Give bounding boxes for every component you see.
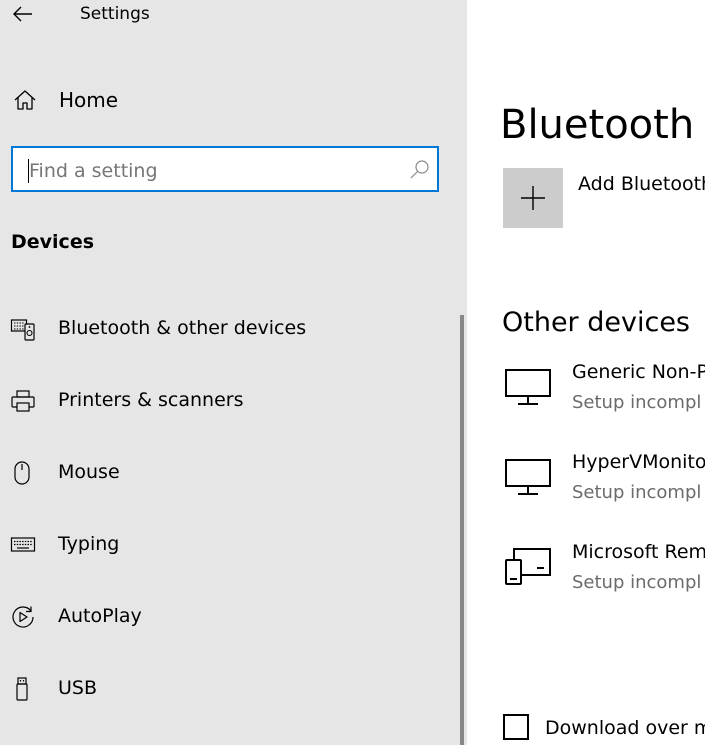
keyboard-icon — [10, 537, 36, 552]
plus-icon — [521, 186, 545, 210]
usb-icon — [16, 677, 28, 701]
sidebar-item-label: USB — [58, 677, 98, 699]
sidebar-item-label: AutoPlay — [58, 605, 142, 627]
search-box[interactable] — [11, 146, 439, 192]
metered-download-label: Download over m — [545, 717, 705, 739]
printer-icon — [11, 390, 35, 412]
search-icon[interactable] — [409, 159, 431, 181]
sidebar-item-bluetooth[interactable]: Bluetooth & other devices — [0, 306, 467, 350]
sidebar: Settings Home Devices Bluetooth & other … — [0, 0, 467, 745]
add-device-button[interactable] — [503, 168, 563, 228]
sidebar-item-label: Bluetooth & other devices — [58, 317, 307, 339]
home-label: Home — [59, 88, 119, 112]
device-status: Setup incompl — [572, 482, 702, 503]
device-name: Microsoft Rem — [572, 541, 705, 563]
monitor-icon — [505, 369, 551, 405]
bluetooth-devices-icon — [10, 319, 35, 341]
section-title: Devices — [11, 231, 95, 253]
autoplay-icon — [12, 606, 34, 628]
sidebar-item-label: Typing — [58, 533, 120, 555]
device-status: Setup incompl — [572, 392, 702, 413]
text-caret — [28, 159, 29, 183]
sidebar-item-label: Mouse — [58, 461, 120, 483]
sidebar-item-label: Printers & scanners — [58, 389, 244, 411]
device-name: HyperVMonito — [572, 451, 705, 473]
home-icon — [14, 90, 36, 110]
back-arrow-icon — [13, 6, 32, 22]
page-title: Bluetooth & — [500, 101, 705, 148]
device-item[interactable]: HyperVMonito Setup incompl — [467, 450, 705, 510]
title-bar: Settings — [0, 0, 467, 30]
app-title: Settings — [80, 4, 150, 24]
sidebar-item-autoplay[interactable]: AutoPlay — [0, 594, 467, 638]
metered-download-checkbox[interactable]: Download over m — [503, 712, 705, 744]
sidebar-item-usb[interactable]: USB — [0, 666, 467, 710]
sidebar-item-typing[interactable]: Typing — [0, 522, 467, 566]
monitor-icon — [505, 459, 551, 495]
device-name: Generic Non-P — [572, 361, 705, 383]
search-input[interactable] — [27, 156, 391, 186]
checkbox[interactable] — [503, 714, 529, 740]
main-content: Bluetooth & Add Bluetooth Other devices … — [467, 0, 705, 745]
device-status: Setup incompl — [572, 572, 702, 593]
sidebar-scrollbar[interactable] — [460, 315, 464, 745]
sidebar-item-printers[interactable]: Printers & scanners — [0, 378, 467, 422]
device-item[interactable]: Microsoft Rem Setup incompl — [467, 540, 705, 600]
device-item[interactable]: Generic Non-P Setup incompl — [467, 360, 705, 420]
other-devices-heading: Other devices — [502, 307, 690, 338]
back-button[interactable] — [11, 3, 35, 25]
sidebar-item-mouse[interactable]: Mouse — [0, 450, 467, 494]
add-device-label[interactable]: Add Bluetooth — [578, 172, 705, 196]
nav-home[interactable]: Home — [0, 82, 467, 118]
remote-devices-icon — [505, 548, 551, 585]
mouse-icon — [14, 461, 30, 485]
